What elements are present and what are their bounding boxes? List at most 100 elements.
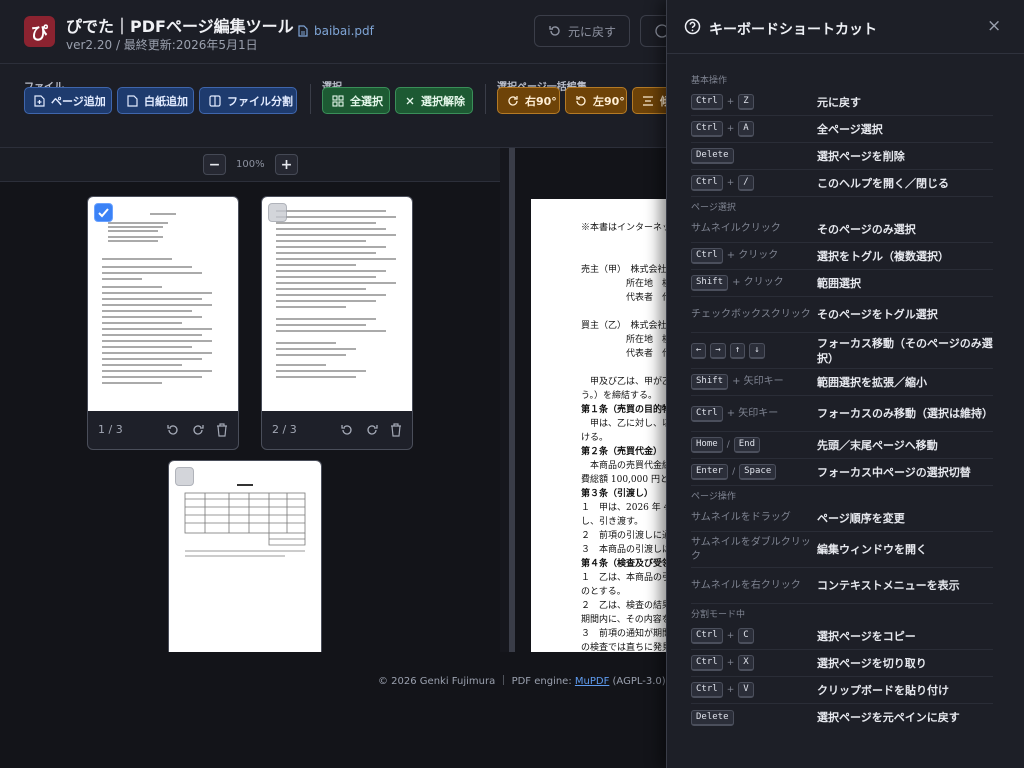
- mupdf-link[interactable]: MuPDF: [575, 676, 609, 687]
- add-blank-label: 白紙追加: [144, 94, 188, 108]
- split-icon: [209, 94, 221, 107]
- zoom-in-button[interactable]: +: [275, 154, 298, 175]
- key-modifier-suffix: + 矢印キー: [726, 407, 779, 419]
- select-all-button[interactable]: 全選択: [322, 87, 390, 114]
- page-thumbnail[interactable]: 1 / 3: [87, 196, 239, 450]
- deselect-button[interactable]: 選択解除: [395, 87, 473, 114]
- shortcut-row: Ctrl + Z 元に戻す: [691, 89, 993, 116]
- app-logo: ぴ: [24, 16, 55, 47]
- rotate-ccw-icon: [575, 95, 587, 107]
- shortcut-row: Ctrl + クリック 選択をトグル（複数選択）: [691, 243, 993, 270]
- current-file: baibai.pdf: [298, 24, 374, 38]
- shortcut-list: 基本操作 Ctrl + Z 元に戻す Ctrl + A 全ページ選択 Delete 選択ページを削除…: [691, 70, 993, 731]
- trash-icon[interactable]: [390, 422, 402, 437]
- zoom-out-button[interactable]: −: [203, 154, 226, 175]
- key-cap: Home: [691, 437, 723, 453]
- add-page-label: ページ追加: [51, 94, 106, 108]
- key-cap: /: [738, 175, 754, 191]
- trash-icon[interactable]: [216, 422, 228, 437]
- shortcut-description: 選択をトグル（複数選択）: [817, 249, 949, 263]
- shortcut-description: フォーカスのみ移動（選択は維持）: [817, 407, 993, 420]
- page-number: 1 / 3: [98, 423, 123, 436]
- shortcut-keys: サムネイルをダブルクリック: [691, 536, 817, 564]
- rotate-left-button[interactable]: 左90°: [565, 87, 627, 114]
- key-cap: ↑: [729, 342, 746, 359]
- shortcut-action: サムネイルをドラッグ: [691, 512, 791, 523]
- add-page-button[interactable]: ページ追加: [24, 87, 112, 114]
- shortcut-keys: Enter / Space: [691, 464, 817, 480]
- shortcut-row: Delete 選択ページを元ペインに戻す: [691, 704, 993, 731]
- shortcut-description: ページ順序を変更: [817, 511, 905, 525]
- shortcut-description: このヘルプを開く／閉じる: [817, 176, 949, 190]
- rotate-cw-icon[interactable]: [191, 423, 205, 437]
- shortcut-action: サムネイルクリック: [691, 223, 781, 234]
- shortcut-keys: Home / End: [691, 437, 817, 453]
- undo-button[interactable]: 元に戻す: [534, 15, 630, 47]
- rotate-ccw-icon[interactable]: [166, 423, 180, 437]
- key-separator: +: [726, 658, 735, 668]
- preview-line: 期間内に、その内容を記: [581, 615, 671, 625]
- section-title: 基本操作: [691, 76, 728, 86]
- preview-line: 第４条（検査及び受領）: [581, 559, 671, 569]
- rotate-ccw-icon[interactable]: [340, 423, 354, 437]
- key-separator: +: [726, 97, 735, 107]
- shortcut-row: サムネイルを右クリック コンテキストメニューを表示: [691, 568, 993, 604]
- key-cap: Shift: [691, 275, 729, 291]
- page-checkbox[interactable]: [268, 203, 287, 222]
- preview-line: 所在地 横浜: [581, 279, 671, 289]
- shortcut-row: Ctrl + C 選択ページをコピー: [691, 623, 993, 650]
- shortcut-row: Ctrl + X 選択ページを切り取り: [691, 650, 993, 677]
- key-cap: →: [710, 342, 726, 359]
- shortcut-action: サムネイルをダブルクリック: [691, 536, 811, 562]
- key-cap: Ctrl: [691, 94, 723, 110]
- section-title: ページ選択: [691, 203, 736, 213]
- shortcuts-panel: キーボードショートカット × 基本操作 Ctrl + Z 元に戻す Ctrl + A 全ページ選…: [666, 0, 1024, 768]
- shortcut-description: フォーカス中ページの選択切替: [817, 465, 971, 479]
- shortcut-row: Ctrl + / このヘルプを開く／閉じる: [691, 170, 993, 197]
- shortcut-description: 選択ページを削除: [817, 149, 905, 163]
- key-separator: +: [726, 124, 735, 134]
- shortcut-keys: サムネイルを右クリック: [691, 579, 817, 593]
- split-file-label: ファイル分割: [227, 94, 293, 108]
- check-icon: [98, 208, 109, 218]
- section-title: ページ操作: [691, 492, 736, 502]
- shortcut-keys: Ctrl + V: [691, 682, 817, 698]
- add-blank-button[interactable]: 白紙追加: [117, 87, 194, 114]
- page-checkbox[interactable]: [94, 203, 113, 222]
- shortcut-description: 先頭／末尾ページへ移動: [817, 438, 938, 452]
- shortcut-row: サムネイルをダブルクリック 編集ウィンドウを開く: [691, 532, 993, 568]
- rotate-right-button[interactable]: 右90°: [497, 87, 560, 114]
- page-thumbnail[interactable]: [168, 460, 322, 652]
- toolbar-divider: [485, 84, 486, 114]
- key-cap: Ctrl: [691, 655, 723, 671]
- zoom-bar: − 100% +: [0, 148, 500, 182]
- shortcut-description: 範囲選択を拡張／縮小: [817, 375, 927, 389]
- close-button[interactable]: ×: [987, 16, 1001, 36]
- shortcut-keys: Ctrl + C: [691, 628, 817, 644]
- file-name-label: baibai.pdf: [314, 24, 374, 38]
- key-cap: Ctrl: [691, 405, 723, 422]
- license-text: (AGPL-3.0): [609, 676, 666, 687]
- key-separator: +: [726, 631, 735, 641]
- shortcut-keys: Shift + 矢印キー: [691, 374, 817, 390]
- thumbnail-footer: 2 / 3: [262, 410, 412, 449]
- preview-line: ※本書はインターネット公: [581, 223, 671, 233]
- pane-resize-handle[interactable]: [509, 148, 515, 652]
- preview-line: 第２条（売買代金）: [581, 447, 663, 457]
- rotate-left-label: 左90°: [593, 94, 625, 108]
- key-cap: Delete: [691, 148, 734, 164]
- split-file-button[interactable]: ファイル分割: [199, 87, 297, 114]
- shortcut-description: 選択ページを元ペインに戻す: [817, 711, 960, 724]
- shortcut-row: Ctrl + 矢印キー フォーカスのみ移動（選択は維持）: [691, 396, 993, 432]
- shortcut-row: Ctrl + V クリップボードを貼り付け: [691, 677, 993, 704]
- key-separator: +: [726, 178, 735, 188]
- key-modifier-suffix: + クリック: [726, 250, 779, 261]
- preview-line: ３ 前項の通知が期間内: [581, 629, 671, 639]
- shortcut-action: チェックボックスクリック: [691, 308, 811, 320]
- page-thumbnail[interactable]: 2 / 3: [261, 196, 413, 450]
- preview-line: 費総額 100,000 円とする: [581, 475, 671, 485]
- page-checkbox[interactable]: [175, 467, 194, 486]
- rotate-cw-icon[interactable]: [365, 423, 379, 437]
- app-window: ぴ ぴでた｜PDFページ編集ツール ver2.20 / 最終更新:2026年5月…: [0, 0, 1024, 768]
- shortcut-description: コンテキストメニューを表示: [817, 579, 960, 592]
